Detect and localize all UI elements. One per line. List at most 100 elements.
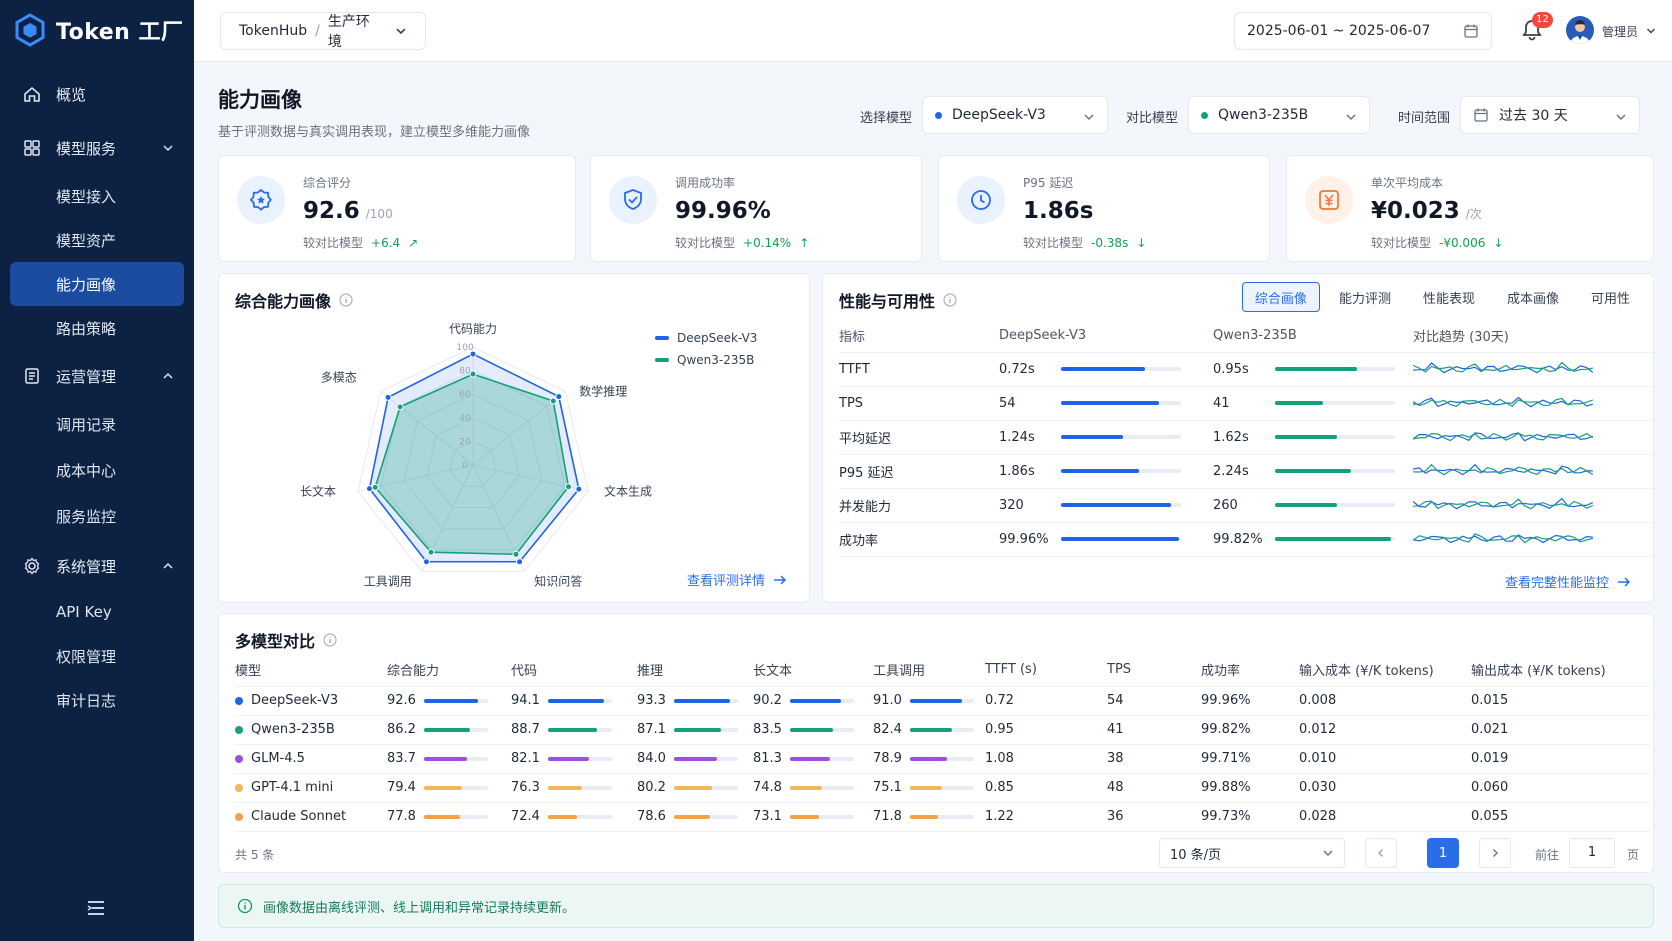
compare-ttft-value: 1.08 — [985, 744, 1107, 774]
perf-model-b-cell: 2.24s — [1213, 454, 1413, 489]
radar-tick-label: 100 — [456, 343, 473, 353]
environment-breadcrumb[interactable]: TokenHub / 生产环境 — [220, 12, 426, 50]
compare-row[interactable]: Qwen3-235B 86.2 88.7 87.1 83.5 82.4 0.95 41 99.8… — [235, 715, 1651, 745]
compare-in_cost-value: 0.010 — [1299, 744, 1471, 774]
perf-value-a: 54 — [999, 395, 1016, 411]
chevron-up-icon — [163, 562, 173, 569]
score-bar — [789, 785, 854, 790]
prev-page-button[interactable] — [1365, 838, 1397, 868]
sidebar-group-1[interactable]: 模型服务 — [10, 126, 184, 170]
sidebar-item-11[interactable]: API Key — [10, 590, 184, 634]
home-icon — [24, 86, 40, 102]
perf-trend-cell — [1413, 386, 1659, 421]
sidebar-item-7[interactable]: 调用记录 — [10, 402, 184, 446]
score-bar — [673, 785, 738, 790]
compare-reason-value: 78.6 — [637, 809, 666, 824]
compare-score-cell: 71.8 — [873, 802, 985, 832]
model-select[interactable]: DeepSeek-V3 — [922, 96, 1108, 134]
radar-axis-label: 多模态 — [321, 370, 357, 384]
time-range-select[interactable]: 过去 30 天 — [1460, 96, 1640, 134]
sidebar-item-12[interactable]: 权限管理 — [10, 634, 184, 678]
sidebar-item-8[interactable]: 成本中心 — [10, 448, 184, 492]
sparkline — [1413, 432, 1594, 442]
compare-longtext-value: 73.1 — [753, 809, 782, 824]
avatar[interactable] — [1566, 16, 1594, 44]
sidebar-item-label: 成本中心 — [56, 461, 117, 480]
perf-trend-cell — [1413, 420, 1659, 455]
tab-1[interactable]: 能力评测 — [1326, 282, 1404, 312]
perf-model-b-cell: 99.82% — [1213, 522, 1413, 557]
model-select-value: DeepSeek-V3 — [952, 107, 1046, 123]
perf-bar-b — [1275, 469, 1395, 473]
compare-longtext-value: 83.5 — [753, 722, 782, 737]
tab-2[interactable]: 性能表现 — [1410, 282, 1488, 312]
sidebar-item-3[interactable]: 模型资产 — [10, 218, 184, 262]
compare-row[interactable]: GPT-4.1 mini 79.4 76.3 80.2 74.8 75.1 0.85 48 99… — [235, 773, 1651, 803]
compare-score-cell: 82.1 — [511, 744, 637, 774]
compare-out_cost-value: 0.015 — [1471, 686, 1651, 716]
compare-score-cell: 78.6 — [637, 802, 753, 832]
tab-3[interactable]: 成本画像 — [1494, 282, 1572, 312]
date-range-picker[interactable]: 2025-06-01 ~ 2025-06-07 — [1234, 12, 1492, 50]
page-size-select[interactable]: 10 条/页 — [1159, 838, 1345, 868]
compare-overall-value: 77.8 — [387, 809, 416, 824]
kpi-compare-label: 较对比模型 — [1023, 236, 1084, 250]
perf-row: 平均延迟 1.24s 1.62s — [839, 420, 1659, 455]
user-name[interactable]: 管理员 — [1602, 23, 1638, 40]
kpi-icon-box — [609, 176, 657, 224]
kpi-label: P95 延迟 — [1023, 176, 1074, 190]
kpi-card: 综合评分 92.6/100 较对比模型 +6.4 ↗ — [218, 155, 576, 262]
compare-model-select[interactable]: Qwen3-235B — [1188, 96, 1370, 134]
sidebar-item-9[interactable]: 服务监控 — [10, 494, 184, 538]
kpi-delta: +0.14% — [743, 235, 792, 250]
info-icon[interactable] — [943, 293, 957, 307]
compare-reason-value: 80.2 — [637, 780, 666, 795]
compare-tps-value: 48 — [1107, 773, 1201, 803]
perf-metric: 平均延迟 — [839, 420, 999, 455]
app-logo[interactable]: Token 工厂 — [14, 12, 183, 48]
compare-row[interactable]: DeepSeek-V3 92.6 94.1 93.3 90.2 91.0 0.72 54 99.… — [235, 686, 1651, 716]
compare-column-header: TPS — [1107, 654, 1201, 687]
compare-reason-value: 87.1 — [637, 722, 666, 737]
kpi-label: 综合评分 — [303, 176, 352, 190]
compare-tps-value: 36 — [1107, 802, 1201, 832]
score-bar — [673, 698, 738, 703]
sidebar-group-10[interactable]: 系统管理 — [10, 544, 184, 588]
info-icon[interactable] — [323, 633, 337, 647]
sidebar-item-13[interactable]: 审计日志 — [10, 678, 184, 722]
compare-tool-value: 82.4 — [873, 722, 902, 737]
sidebar-item-5[interactable]: 路由策略 — [10, 306, 184, 350]
page-button-1[interactable]: 1 — [1427, 838, 1459, 868]
sidebar-group-0[interactable]: 概览 — [10, 72, 184, 116]
sidebar-item-4[interactable]: 能力画像 — [10, 262, 184, 306]
perf-row: 并发能力 320 260 — [839, 488, 1659, 523]
collapse-sidebar-icon[interactable] — [84, 896, 108, 920]
perf-metric: TPS — [839, 386, 999, 421]
score-bar — [909, 814, 974, 819]
chevron-down-icon[interactable] — [1646, 26, 1656, 36]
sidebar-item-label: 概览 — [56, 85, 87, 104]
perf-bar-a — [1061, 469, 1181, 473]
compare-score-cell: 83.5 — [753, 715, 873, 745]
radar-axis-label: 知识问答 — [534, 573, 582, 588]
view-full-monitoring-link[interactable]: 查看完整性能监控 — [1505, 572, 1631, 591]
view-eval-details-link[interactable]: 查看评测详情 — [687, 570, 787, 589]
notification-badge: 12 — [1532, 12, 1553, 28]
model-b-dot — [1201, 111, 1208, 119]
next-page-button[interactable] — [1479, 838, 1511, 868]
compare-model-cell: GLM-4.5 — [235, 744, 387, 774]
goto-page-input[interactable]: 1 — [1569, 838, 1615, 868]
perf-column-header: DeepSeek-V3 — [999, 320, 1213, 353]
radar-axis-label: 工具调用 — [364, 574, 412, 588]
compare-row[interactable]: Claude Sonnet 77.8 72.4 78.6 73.1 71.8 1.22 36 9… — [235, 802, 1651, 832]
sidebar-group-6[interactable]: 运营管理 — [10, 354, 184, 398]
compare-column-header: 成功率 — [1201, 654, 1299, 687]
sidebar-item-2[interactable]: 模型接入 — [10, 174, 184, 218]
tab-0[interactable]: 综合画像 — [1241, 282, 1320, 312]
tab-4[interactable]: 可用性 — [1578, 282, 1643, 312]
compare-score-cell: 80.2 — [637, 773, 753, 803]
perf-model-b-cell: 260 — [1213, 488, 1413, 523]
perf-metric: P95 延迟 — [839, 454, 999, 489]
compare-row[interactable]: GLM-4.5 83.7 82.1 84.0 81.3 78.9 1.08 38 99.71% 0… — [235, 744, 1651, 774]
radar-point — [365, 485, 373, 493]
